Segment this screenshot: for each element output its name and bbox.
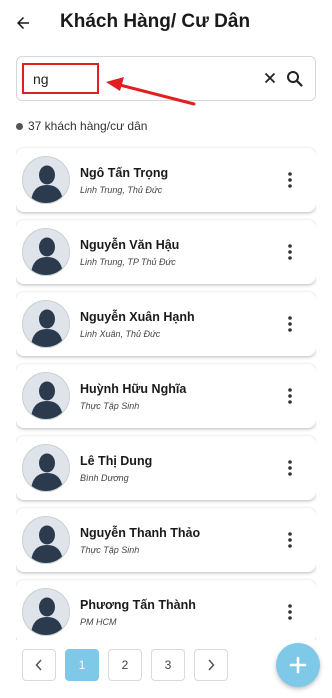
person-silhouette-icon [31, 309, 63, 347]
customer-address: Linh Trung, Thủ Đức [80, 184, 163, 195]
clear-search-button[interactable] [260, 66, 280, 90]
more-options-button[interactable] [278, 525, 302, 555]
customer-card[interactable]: Lê Thị Dung Bình Dương [16, 436, 316, 500]
search-button[interactable] [283, 66, 305, 90]
person-silhouette-icon [31, 597, 63, 635]
customer-name: Huỳnh Hữu Nghĩa [80, 381, 187, 396]
search-icon [286, 70, 303, 87]
customer-address: PM HCM [80, 616, 117, 627]
customer-address: Bình Dương [80, 472, 129, 483]
chevron-left-icon [35, 659, 42, 671]
close-icon [264, 72, 276, 84]
person-silhouette-icon [31, 381, 63, 419]
more-options-button[interactable] [278, 165, 302, 195]
search-input[interactable] [23, 65, 103, 93]
page-title: Khách Hàng/ Cư Dân [60, 11, 251, 32]
customer-name: Lê Thị Dung [80, 453, 153, 468]
customer-card[interactable]: Huỳnh Hữu Nghĩa Thực Tập Sinh [16, 364, 316, 428]
more-vertical-icon [288, 532, 292, 548]
back-button[interactable] [10, 10, 36, 36]
more-options-button[interactable] [278, 381, 302, 411]
more-options-button[interactable] [278, 453, 302, 483]
more-vertical-icon [288, 460, 292, 476]
more-vertical-icon [288, 244, 292, 260]
person-silhouette-icon [31, 165, 63, 203]
avatar [22, 588, 70, 636]
person-silhouette-icon [31, 237, 63, 275]
customer-card[interactable]: Nguyễn Thanh Thảo Thực Tập Sinh [16, 508, 316, 572]
chevron-right-icon [208, 659, 215, 671]
more-options-button[interactable] [278, 309, 302, 339]
person-silhouette-icon [31, 453, 63, 491]
customer-card[interactable]: Ngô Tấn Trọng Linh Trung, Thủ Đức [16, 148, 316, 212]
avatar [22, 228, 70, 276]
pagination: 1 2 3 [22, 649, 237, 681]
plus-icon [289, 656, 307, 674]
more-options-button[interactable] [278, 237, 302, 267]
avatar [22, 516, 70, 564]
more-vertical-icon [288, 316, 292, 332]
customer-address: Thực Tập Sinh [80, 400, 140, 411]
customer-count-label: 37 khách hàng/cư dân [28, 119, 148, 133]
more-vertical-icon [288, 172, 292, 188]
page-button-3[interactable]: 3 [151, 649, 185, 681]
avatar [22, 372, 70, 420]
customer-address: Linh Xuân, Thủ Đức [80, 328, 161, 339]
customer-name: Phương Tấn Thành [80, 597, 196, 612]
arrow-left-icon [17, 17, 29, 29]
person-silhouette-icon [31, 525, 63, 563]
customer-card[interactable]: Nguyễn Xuân Hạnh Linh Xuân, Thủ Đức [16, 292, 316, 356]
customer-name: Ngô Tấn Trọng [80, 165, 169, 180]
customer-name: Nguyễn Thanh Thảo [80, 525, 201, 540]
customer-count: 37 khách hàng/cư dân [16, 119, 147, 133]
customer-address: Linh Trung, TP Thủ Đức [80, 256, 176, 267]
customer-card[interactable]: Phương Tấn Thành PM HCM [16, 580, 316, 640]
customer-card[interactable]: Nguyễn Văn Hậu Linh Trung, TP Thủ Đức [16, 220, 316, 284]
more-vertical-icon [288, 604, 292, 620]
customer-address: Thực Tập Sinh [80, 544, 140, 555]
avatar [22, 156, 70, 204]
customer-name: Nguyễn Văn Hậu [80, 237, 180, 252]
customer-list: Ngô Tấn Trọng Linh Trung, Thủ Đức Nguyễn… [16, 145, 316, 640]
customer-name: Nguyễn Xuân Hạnh [80, 309, 195, 324]
bullet-dot-icon [16, 122, 23, 130]
app-header: Khách Hàng/ Cư Dân [0, 0, 332, 48]
next-page-button[interactable] [194, 649, 228, 681]
page-button-1[interactable]: 1 [65, 649, 99, 681]
page-button-2[interactable]: 2 [108, 649, 142, 681]
avatar [22, 300, 70, 348]
avatar [22, 444, 70, 492]
more-vertical-icon [288, 388, 292, 404]
prev-page-button[interactable] [22, 649, 56, 681]
more-options-button[interactable] [278, 597, 302, 627]
add-customer-button[interactable] [276, 643, 320, 687]
